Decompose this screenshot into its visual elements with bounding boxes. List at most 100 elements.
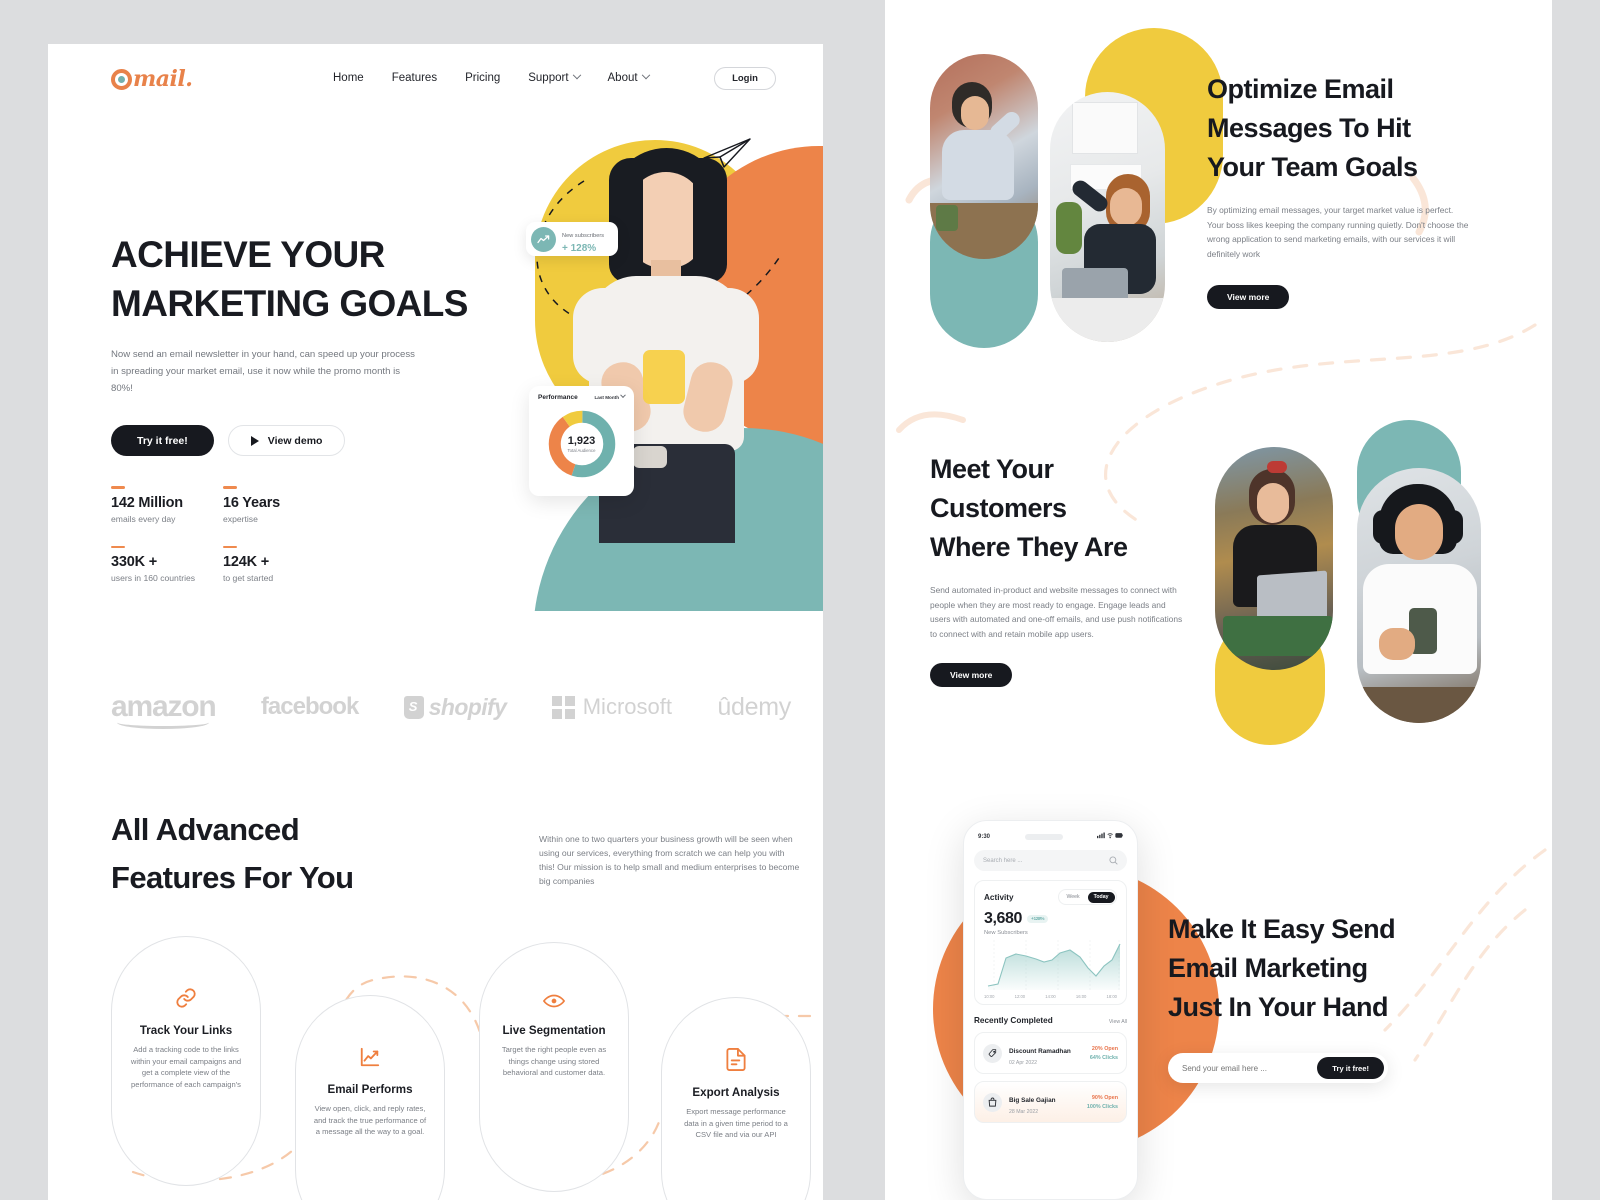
phone-activity-card: Activity Week Today 3,680 +128% New Subs… xyxy=(974,880,1127,1005)
mobile-title-line-2: Email Marketing xyxy=(1168,953,1368,983)
phone-toggle-week[interactable]: Week xyxy=(1060,892,1085,903)
chevron-down-icon xyxy=(572,70,581,80)
search-icon xyxy=(1109,856,1118,865)
phone-toggle-today[interactable]: Today xyxy=(1087,891,1115,903)
feature-card-body: Add a tracking code to the links within … xyxy=(130,1045,242,1089)
phone-subscribers-value: 3,680 xyxy=(984,910,1023,927)
screenshot-canvas: mail. Home Features Pricing Support Abou… xyxy=(0,0,1600,1200)
brand-logo-microsoft-label: Microsoft xyxy=(582,694,672,719)
nav-links: Home Features Pricing Support About xyxy=(333,70,650,84)
chart-line-up-icon xyxy=(359,1046,381,1073)
hero-title-line-1: ACHIEVE YOUR xyxy=(111,234,385,275)
phone-view-all-link[interactable]: View All xyxy=(1109,1019,1127,1025)
team-photo-left xyxy=(930,54,1038,259)
team-photo-right xyxy=(1050,92,1165,342)
brand-logo-shopify: shopify xyxy=(403,694,507,721)
meet-title-line-1: Meet Your xyxy=(930,454,1054,484)
stat-dash xyxy=(111,545,125,549)
stat-label: emails every day xyxy=(111,513,176,524)
document-export-icon xyxy=(726,1048,746,1076)
phone-notch xyxy=(1024,833,1063,840)
brand-logo-microsoft: Microsoft xyxy=(551,694,672,720)
nav-item-pricing[interactable]: Pricing xyxy=(465,72,500,84)
phone-campaign-open: 90% Open xyxy=(1091,1094,1118,1101)
stat-item: 16 Years expertise xyxy=(223,486,411,524)
phone-recent-title: Recently Completed xyxy=(974,1016,1053,1025)
new-subscribers-label: New subscribers xyxy=(562,233,605,239)
features-title: All Advanced Features For You xyxy=(111,806,451,902)
squiggle-decoration xyxy=(896,411,966,433)
email-input[interactable] xyxy=(1182,1063,1312,1073)
stat-label: users in 160 countries xyxy=(111,573,196,584)
brand-logos-row: amazon facebook shopify Microsoft ûdemy xyxy=(111,672,791,742)
feature-cards: Track Your Links Add a tracking code to … xyxy=(111,924,811,1200)
shopify-bag-icon xyxy=(403,695,424,719)
nav-item-home[interactable]: Home xyxy=(333,72,364,84)
landing-page-left-panel: mail. Home Features Pricing Support Abou… xyxy=(48,44,823,1200)
phone-search-input[interactable]: Search here ... xyxy=(974,850,1127,871)
meet-title: Meet Your Customers Where They Are xyxy=(930,450,1210,567)
features-description: Within one to two quarters your business… xyxy=(539,834,800,886)
phone-status-bar: 9:30 xyxy=(974,830,1127,841)
brand-logo[interactable]: mail. xyxy=(111,66,193,92)
feature-card-email-performs[interactable]: Email Performs View open, click, and rep… xyxy=(295,995,445,1200)
phone-campaign-date: 28 Mar 2022 xyxy=(1009,1109,1039,1115)
phone-subscribers-value-row: 3,680 +128% xyxy=(984,910,1117,928)
hero-illustration: New subscribers + 128% Performance Last … xyxy=(461,88,823,611)
optimize-title: Optimize Email Messages To Hit Your Team… xyxy=(1207,70,1507,187)
phone-status-icons xyxy=(1096,832,1124,841)
phone-tick: 14:00 xyxy=(1045,994,1056,999)
feature-card-live-segmentation[interactable]: Live Segmentation Target the right peopl… xyxy=(479,942,629,1192)
features-title-line-2: Features For You xyxy=(111,860,354,895)
o-target-icon xyxy=(111,68,132,90)
meet-body: Send automated in-product and website me… xyxy=(930,585,1183,639)
phone-campaign-item[interactable]: Big Sale Gajian 28 Mar 2022 90% Open 100… xyxy=(974,1081,1127,1123)
performance-total-label: Total Audience xyxy=(567,448,596,453)
customer-photo-left xyxy=(1215,447,1333,670)
mobile-title: Make It Easy Send Email Marketing Just I… xyxy=(1168,910,1518,1027)
feature-card-track-your-links[interactable]: Track Your Links Add a tracking code to … xyxy=(111,936,261,1186)
hero-cta-group: Try it free! View demo xyxy=(111,425,511,456)
signup-try-it-free-button[interactable]: Try it free! xyxy=(1317,1057,1384,1079)
meet-view-more-button[interactable]: View more xyxy=(930,663,1013,687)
link-icon xyxy=(175,987,197,1014)
brand-logo-facebook: facebook xyxy=(260,693,359,720)
phone-campaign-open: 20% Open xyxy=(1091,1045,1118,1052)
phone-campaign-name: Discount Ramadhan xyxy=(1009,1048,1071,1055)
email-signup-bar: Try it free! xyxy=(1168,1053,1388,1083)
trend-up-icon xyxy=(531,226,556,252)
feature-card-title: Export Analysis xyxy=(692,1086,780,1099)
features-header: All Advanced Features For You Within one… xyxy=(111,806,801,902)
login-button[interactable]: Login xyxy=(714,67,776,90)
chevron-down-icon xyxy=(641,70,650,80)
nav-item-features[interactable]: Features xyxy=(392,72,437,84)
mobile-section: Make It Easy Send Email Marketing Just I… xyxy=(1168,910,1518,1027)
optimize-title-line-1: Optimize Email xyxy=(1207,74,1394,104)
feature-card-body: View open, click, and reply rates, and t… xyxy=(313,1104,427,1136)
performance-range-dropdown[interactable]: Last Month xyxy=(595,391,626,400)
optimize-body: By optimizing email messages, your targe… xyxy=(1207,205,1469,259)
view-demo-button[interactable]: View demo xyxy=(227,425,346,456)
performance-card: Performance Last Month 1,923 Total Audie… xyxy=(529,386,634,496)
stat-value: 330K + xyxy=(111,554,157,571)
feature-card-title: Email Performs xyxy=(327,1083,413,1096)
feature-card-body: Export message performance data in a giv… xyxy=(684,1107,788,1139)
try-it-free-button[interactable]: Try it free! xyxy=(111,425,214,456)
nav-item-support-label: Support xyxy=(528,72,569,84)
phone-tick: 18:00 xyxy=(1106,994,1117,999)
mobile-title-line-3: Just In Your Hand xyxy=(1168,992,1389,1022)
eye-icon xyxy=(542,993,566,1014)
phone-campaign-item[interactable]: Discount Ramadhan 02 Apr 2022 20% Open 6… xyxy=(974,1032,1127,1074)
mobile-title-line-1: Make It Easy Send xyxy=(1168,914,1396,944)
nav-item-about[interactable]: About xyxy=(608,70,650,84)
microsoft-grid-icon xyxy=(551,695,575,719)
optimize-view-more-button[interactable]: View more xyxy=(1207,285,1290,309)
brand-logo-udemy: ûdemy xyxy=(717,692,791,721)
stat-item: 142 Million emails every day xyxy=(111,486,223,524)
phone-tick: 16:00 xyxy=(1075,994,1087,999)
meet-customers-section: Meet Your Customers Where They Are Send … xyxy=(930,450,1210,687)
nav-item-support[interactable]: Support xyxy=(528,70,581,84)
optimize-title-line-3: Your Team Goals xyxy=(1207,152,1418,182)
feature-card-export-analysis[interactable]: Export Analysis Export message performan… xyxy=(661,997,811,1200)
phone-range-toggle[interactable]: Week Today xyxy=(1057,889,1117,905)
